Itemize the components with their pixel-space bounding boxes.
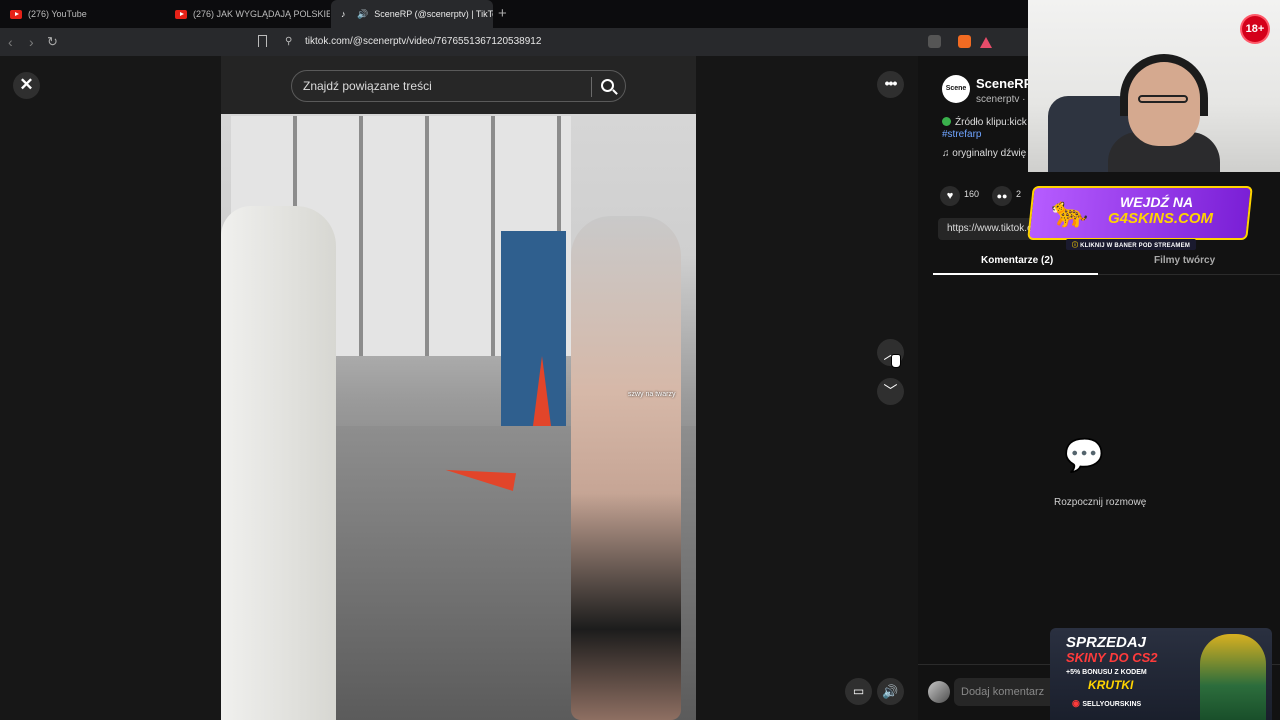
sell-line-4: KRUTKI	[1088, 678, 1134, 692]
search-input[interactable]: Znajdź powiązane treści	[303, 79, 432, 93]
left-backdrop	[0, 56, 221, 720]
sell-line-3: +5% BONUSU Z KODEM	[1066, 669, 1147, 676]
tiktok-icon: ♪	[341, 8, 346, 19]
video-player[interactable]: szwy na twarzy	[221, 56, 696, 720]
tab-tiktok[interactable]: ♪ 🔊 SceneRP (@scenerptv) | TikTo ✕	[331, 0, 493, 28]
music-note-icon: ♫	[942, 148, 953, 159]
close-video-button[interactable]: ✕	[13, 72, 40, 99]
search-icon[interactable]	[601, 79, 614, 92]
speaker-icon: 🔊	[357, 8, 369, 19]
headset	[1120, 54, 1208, 116]
age-rating-badge: 18+	[1242, 16, 1268, 42]
banner-line-2: G4SKINS.COM	[1108, 210, 1214, 227]
author-avatar[interactable]: Scene RP	[942, 75, 970, 120]
like-button[interactable]: ♥	[940, 186, 960, 206]
info-icon: ⓘ	[1072, 243, 1081, 249]
brave-shield-icon[interactable]	[958, 35, 971, 48]
screen: (276) YouTube (276) JAK WYGLĄDAJĄ POLSKI…	[0, 0, 1280, 720]
brave-rewards-icon[interactable]	[980, 37, 992, 48]
video-caption: szwy na twarzy	[628, 391, 676, 398]
address-bar: ‹ › ↻ ⚲ tiktok.com/@scenerptv/video/7676…	[0, 28, 1030, 56]
search-divider	[591, 77, 592, 97]
banner-line-3-text: KLIKNIJ W BANER POD STREAMEM	[1080, 243, 1191, 249]
bookmark-icon[interactable]	[258, 35, 267, 47]
sound-row[interactable]: ♫ oryginalny dźwię	[942, 148, 1026, 159]
comment-button[interactable]: ●●	[992, 186, 1012, 206]
sell-line-2: SKINY DO CS2	[1066, 650, 1158, 665]
sellyourskins-logo-icon: ◉	[1072, 698, 1083, 708]
traffic-cone	[533, 356, 551, 426]
hashtag-link[interactable]: #strefarp	[942, 129, 981, 140]
tab-title: (276) YouTube	[28, 9, 87, 19]
video-character-man	[221, 206, 336, 720]
tab-title: (276) JAK WYGLĄDAJĄ POLSKIE WIĘZ	[193, 9, 330, 19]
empty-comments-text: Rozpocznij rozmowę	[1054, 497, 1147, 508]
banner-line-3: ⓘ KLIKNIJ W BANER POD STREAMEM	[1066, 239, 1197, 250]
sellyourskins-banner: SPRZEDAJ SKINY DO CS2 +5% BONUSU Z KODEM…	[1050, 628, 1272, 720]
description-text: Źródło klipu:kick	[955, 117, 1027, 128]
translate-icon[interactable]	[928, 35, 941, 48]
sell-brand-text: SELLYOURSKINS	[1082, 701, 1142, 708]
next-video-button[interactable]: ﹀	[877, 378, 904, 405]
tab-creator-videos[interactable]: Filmy twórcy	[1154, 255, 1215, 266]
tab-title: SceneRP (@scenerptv) | TikTo	[374, 9, 493, 19]
sell-line-1: SPRZEDAJ	[1066, 634, 1147, 651]
picture-in-picture-button[interactable]: ▭	[845, 678, 872, 705]
tab-comments[interactable]: Komentarze (2)	[981, 255, 1053, 266]
youtube-icon	[175, 9, 187, 19]
mouse-cursor-icon	[891, 354, 901, 368]
related-search-bar[interactable]: Znajdź powiązane treści	[291, 70, 626, 102]
tab-youtube[interactable]: (276) YouTube	[0, 0, 165, 28]
author-name[interactable]: SceneRP	[976, 76, 1032, 91]
back-icon[interactable]: ‹	[8, 34, 13, 50]
forward-icon[interactable]: ›	[29, 34, 34, 50]
video-character-woman	[571, 216, 681, 720]
site-info-icon[interactable]: ⚲	[285, 36, 292, 47]
green-circle-icon	[942, 117, 951, 126]
video-description: Źródło klipu:kick	[942, 116, 1027, 129]
user-avatar	[928, 681, 950, 703]
sound-name: oryginalny dźwię	[952, 148, 1027, 159]
comment-count: 2	[1016, 189, 1022, 199]
sell-brand: ◉ SELLYOURSKINS	[1072, 698, 1141, 709]
youtube-icon	[10, 9, 22, 19]
g4skins-banner: 🐆 WEJDŹ NA G4SKINS.COM ⓘ KLIKNIJ W BANER…	[1027, 182, 1255, 250]
active-tab-indicator	[933, 273, 1098, 275]
url-field[interactable]: tiktok.com/@scenerptv/video/767655136712…	[305, 36, 541, 47]
like-count: 160	[964, 189, 980, 199]
reload-icon[interactable]: ↻	[47, 34, 58, 50]
more-options-button[interactable]: •••	[877, 71, 904, 98]
banner-line-1: WEJDŹ NA	[1120, 194, 1194, 210]
author-handle[interactable]: scenerptv ·	[976, 94, 1025, 105]
panther-logo-icon: 🐆	[1051, 196, 1089, 229]
chat-bubbles-icon: 💬	[1064, 437, 1104, 473]
new-tab-button[interactable]: +	[498, 5, 507, 22]
mascot-character	[1200, 634, 1266, 720]
volume-button[interactable]: 🔊	[877, 678, 904, 705]
tab-youtube-video[interactable]: (276) JAK WYGLĄDAJĄ POLSKIE WIĘZ	[165, 0, 330, 28]
glasses	[1138, 95, 1188, 103]
